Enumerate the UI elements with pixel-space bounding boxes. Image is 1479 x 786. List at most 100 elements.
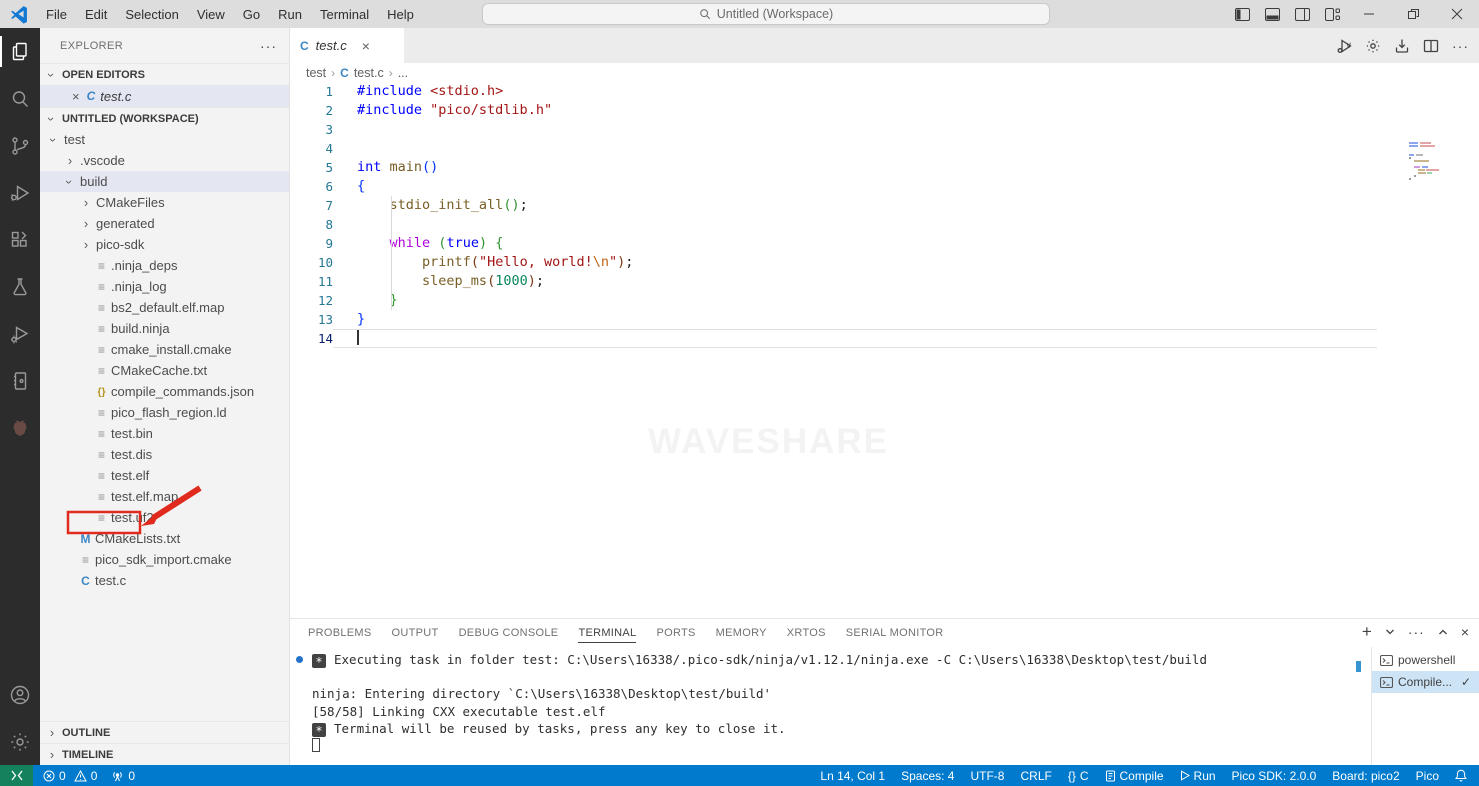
ports-status[interactable]: 0	[111, 769, 135, 783]
cursor-position[interactable]: Ln 14, Col 1	[820, 769, 885, 783]
new-terminal-icon[interactable]: +	[1362, 622, 1372, 642]
tab-close-icon[interactable]: ×	[362, 38, 370, 54]
timeline-section[interactable]: › TIMELINE	[40, 743, 289, 765]
minimize-button[interactable]	[1347, 0, 1391, 28]
code-line[interactable]: 12 }	[290, 291, 1479, 310]
code-line[interactable]: 11 sleep_ms(1000);	[290, 272, 1479, 291]
tree-item[interactable]: › ≡ {} M C CMakeLists.txt	[40, 528, 289, 549]
workspace-section[interactable]: › UNTITLED (WORKSPACE)	[40, 107, 289, 129]
breadcrumb-file[interactable]: test.c	[354, 66, 384, 80]
flash-device-icon[interactable]	[1394, 38, 1410, 54]
split-editor-icon[interactable]	[1423, 38, 1439, 54]
remote-indicator[interactable]	[0, 765, 33, 786]
tree-item[interactable]: › ≡ {} M C generated	[40, 213, 289, 234]
tree-item[interactable]: › ≡ {} M C compile_commands.json	[40, 381, 289, 402]
toggle-secondary-sidebar-icon[interactable]	[1287, 0, 1317, 28]
run-button[interactable]: Run	[1180, 769, 1216, 783]
customize-layout-icon[interactable]	[1317, 0, 1347, 28]
terminal-dropdown-chevron-icon[interactable]	[1385, 628, 1395, 636]
tree-item[interactable]: › ≡ {} M C pico-sdk	[40, 234, 289, 255]
tree-item[interactable]: › ≡ {} M C CMakeCache.txt	[40, 360, 289, 381]
code-line[interactable]: 2 #include "pico/stdlib.h"	[290, 101, 1479, 120]
code-line[interactable]: 5 int main()	[290, 158, 1479, 177]
toggle-panel-icon[interactable]	[1257, 0, 1287, 28]
explorer-icon[interactable]	[0, 28, 40, 75]
explorer-more-actions-icon[interactable]: ···	[260, 38, 277, 54]
menu-item[interactable]: View	[188, 0, 234, 28]
configure-gear-icon[interactable]	[1365, 38, 1381, 54]
tab-test-c[interactable]: C test.c ×	[290, 28, 404, 63]
account-icon[interactable]	[0, 671, 40, 718]
outline-section[interactable]: › OUTLINE	[40, 721, 289, 743]
code-line[interactable]: 14	[290, 329, 1479, 348]
close-panel-icon[interactable]: ×	[1461, 624, 1469, 640]
toggle-sidebar-icon[interactable]	[1227, 0, 1257, 28]
panel-tab[interactable]: SERIAL MONITOR	[846, 622, 944, 643]
eol-sequence[interactable]: CRLF	[1020, 769, 1051, 783]
menu-item[interactable]: Go	[234, 0, 269, 28]
test-flask-icon[interactable]	[0, 263, 40, 310]
memory-board-icon[interactable]	[0, 357, 40, 404]
menu-item[interactable]: Terminal	[311, 0, 378, 28]
tree-item[interactable]: › ≡ {} M C bs2_default.elf.map	[40, 297, 289, 318]
menu-item[interactable]: Help	[378, 0, 423, 28]
code-line[interactable]: 13}	[290, 310, 1479, 329]
breadcrumb-symbol[interactable]: ...	[398, 66, 408, 80]
tree-item[interactable]: › ≡ {} M C .vscode	[40, 150, 289, 171]
panel-tab[interactable]: TERMINAL	[578, 622, 637, 643]
notifications-bell-icon[interactable]	[1455, 769, 1467, 782]
panel-tab[interactable]: PORTS	[656, 622, 695, 643]
tree-item[interactable]: › ≡ {} M C build	[40, 171, 289, 192]
tree-item[interactable]: › ≡ {} M C test.c	[40, 570, 289, 591]
menu-item[interactable]: Selection	[116, 0, 187, 28]
menu-item[interactable]: Run	[269, 0, 311, 28]
search-icon[interactable]	[0, 75, 40, 122]
close-window-button[interactable]	[1435, 0, 1479, 28]
code-line[interactable]: 7 stdio_init_all();	[290, 196, 1479, 215]
raspberry-pi-icon[interactable]	[0, 404, 40, 451]
tree-item[interactable]: › ≡ {} M C test.dis	[40, 444, 289, 465]
run-debug-file-icon[interactable]: ∨	[1336, 37, 1353, 55]
panel-more-actions-icon[interactable]: ···	[1408, 624, 1425, 640]
maximize-panel-icon[interactable]	[1438, 628, 1448, 636]
tree-item[interactable]: › ≡ {} M C test.uf2	[40, 507, 289, 528]
tree-item[interactable]: › ≡ {} M C build.ninja	[40, 318, 289, 339]
code-line[interactable]: 10 printf("Hello, world!\n");	[290, 253, 1479, 272]
tree-item[interactable]: › ≡ {} M C .ninja_deps	[40, 255, 289, 276]
code-line[interactable]: 6{	[290, 177, 1479, 196]
tree-item[interactable]: › ≡ {} M C pico_sdk_import.cmake	[40, 549, 289, 570]
editor-more-actions-icon[interactable]: ···	[1452, 38, 1469, 54]
compile-button[interactable]: Compile	[1105, 769, 1164, 783]
panel-tab[interactable]: DEBUG CONSOLE	[459, 622, 559, 643]
source-control-icon[interactable]	[0, 122, 40, 169]
code-line[interactable]: 1 #include <stdio.h>	[290, 82, 1479, 101]
tree-item[interactable]: › ≡ {} M C test.elf.map	[40, 486, 289, 507]
panel-tab[interactable]: PROBLEMS	[308, 622, 372, 643]
tree-item[interactable]: › ≡ {} M C test.elf	[40, 465, 289, 486]
tree-item[interactable]: › ≡ {} M C test	[40, 129, 289, 150]
code-line[interactable]: 4	[290, 139, 1479, 158]
tree-item[interactable]: › ≡ {} M C cmake_install.cmake	[40, 339, 289, 360]
tree-item[interactable]: › ≡ {} M C .ninja_log	[40, 276, 289, 297]
board-selector[interactable]: Board: pico2	[1332, 769, 1399, 783]
extensions-icon[interactable]	[0, 216, 40, 263]
indentation[interactable]: Spaces: 4	[901, 769, 954, 783]
open-editors-section[interactable]: › OPEN EDITORS	[40, 63, 289, 85]
terminal-tab-item[interactable]: powershell	[1372, 649, 1479, 671]
panel-tab[interactable]: MEMORY	[716, 622, 767, 643]
tree-item[interactable]: › ≡ {} M C pico_flash_region.ld	[40, 402, 289, 423]
pico-sdk-version[interactable]: Pico SDK: 2.0.0	[1232, 769, 1317, 783]
tree-item[interactable]: › ≡ {} M C test.bin	[40, 423, 289, 444]
code-line[interactable]: 3	[290, 120, 1479, 139]
code-line[interactable]: 9 while (true) {	[290, 234, 1479, 253]
panel-tab[interactable]: OUTPUT	[392, 622, 439, 643]
open-editor-item[interactable]: × C test.c	[40, 85, 289, 107]
terminal-output[interactable]: Executing task in folder test: C:\Users\…	[290, 647, 1367, 765]
breadcrumb-folder[interactable]: test	[306, 66, 326, 80]
menu-item[interactable]: Edit	[76, 0, 116, 28]
close-editor-icon[interactable]: ×	[72, 89, 80, 104]
terminal-tab-item[interactable]: Compile... ✓	[1372, 671, 1479, 693]
minimap[interactable]	[1405, 140, 1465, 220]
command-center-search[interactable]: Untitled (Workspace)	[482, 3, 1050, 25]
run-debug-icon[interactable]	[0, 169, 40, 216]
